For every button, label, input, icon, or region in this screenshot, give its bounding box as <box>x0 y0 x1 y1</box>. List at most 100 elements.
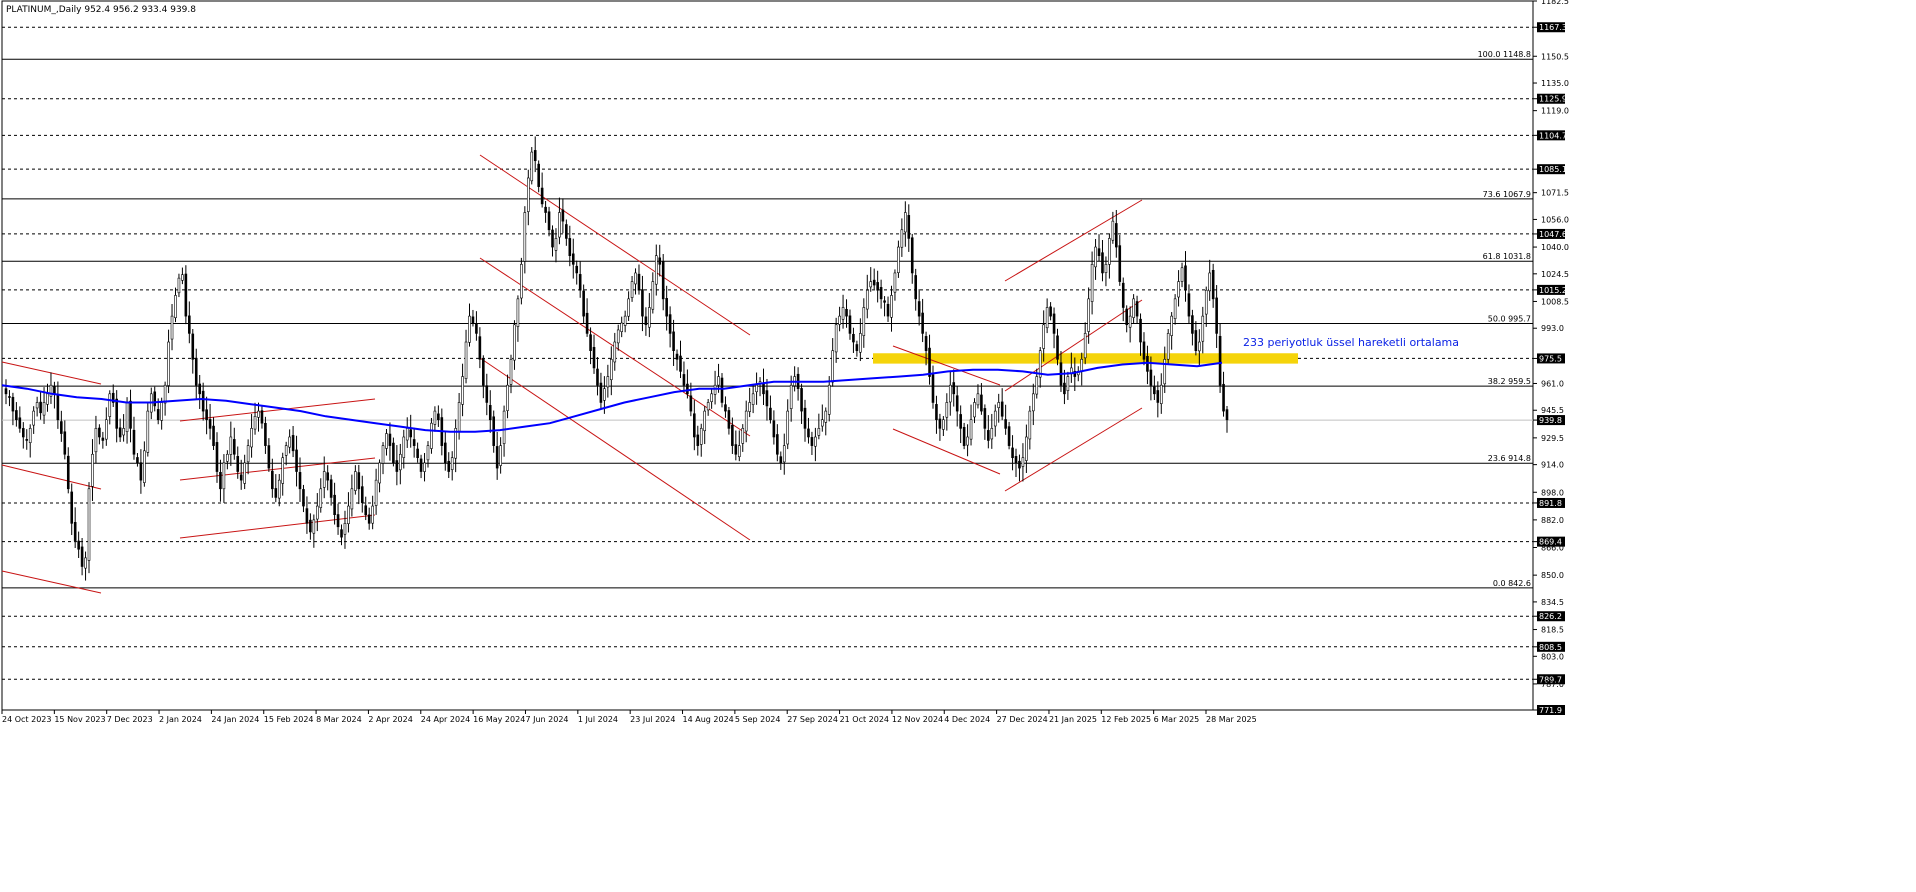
candle-body <box>1021 457 1025 467</box>
candle-body <box>1035 376 1039 395</box>
y-axis-label: 1047.6 <box>1539 230 1567 239</box>
x-axis-label: 5 Sep 2024 <box>735 715 781 724</box>
candle-body <box>208 419 212 429</box>
candle-body <box>786 410 790 445</box>
candle-body <box>613 341 617 363</box>
y-axis-label: 1182.5 <box>1541 0 1569 6</box>
candle-body <box>627 298 630 317</box>
candle-body <box>976 393 980 406</box>
candle-body <box>1222 383 1225 412</box>
candle-body <box>15 410 18 421</box>
candle-body <box>713 384 717 395</box>
candle-body <box>177 277 181 294</box>
y-axis-label: 771.9 <box>1539 706 1562 715</box>
candle-body <box>1052 313 1056 334</box>
candle-body <box>610 358 613 381</box>
candle-body <box>298 472 302 490</box>
candle-body <box>163 384 167 404</box>
candle-body <box>468 315 471 343</box>
candle-body <box>1180 267 1184 282</box>
candle-body <box>827 384 831 415</box>
x-axis-label: 27 Dec 2024 <box>997 715 1048 724</box>
y-axis-label: 961.0 <box>1541 379 1564 388</box>
candle-body <box>46 393 49 405</box>
candle-body <box>1208 272 1212 292</box>
candle-body <box>329 479 333 498</box>
candle-body <box>461 376 464 405</box>
candle-body <box>108 393 112 417</box>
candle-body <box>1215 297 1218 334</box>
candle-body <box>616 329 620 344</box>
candle-body <box>326 472 329 481</box>
candle-body <box>682 374 686 386</box>
candle-body <box>170 315 174 340</box>
candle-body <box>821 419 824 427</box>
candle-body <box>464 341 468 379</box>
candle-body <box>132 429 136 455</box>
y-axis-label: 993.0 <box>1541 324 1564 333</box>
candle-body <box>291 435 295 452</box>
candle-body <box>98 427 101 438</box>
candle-body <box>637 273 641 291</box>
candle-body <box>260 410 264 424</box>
candle-body <box>561 209 565 222</box>
candle-body <box>419 458 423 472</box>
y-axis-label: 1167.3 <box>1539 23 1567 32</box>
candle-body <box>886 303 890 317</box>
candle-body <box>668 314 672 334</box>
candle-body <box>284 445 288 456</box>
candle-body <box>371 505 374 524</box>
candle-body <box>184 273 188 317</box>
candle-body <box>1007 426 1011 446</box>
candle-body <box>447 460 451 472</box>
y-axis-label: 945.5 <box>1541 406 1564 415</box>
candle-body <box>938 418 942 429</box>
candle-body <box>776 434 779 455</box>
candle-body <box>28 428 32 443</box>
candle-body <box>1045 307 1049 329</box>
candle-body <box>665 298 668 317</box>
candle-body <box>855 344 859 351</box>
candle-body <box>302 489 305 507</box>
candle-body <box>212 425 215 446</box>
candle-body <box>893 272 897 293</box>
candle-body <box>295 449 298 472</box>
y-axis-label: 1071.5 <box>1541 189 1569 198</box>
candle-body <box>8 396 11 398</box>
candle-body <box>997 402 1001 409</box>
candle-body <box>537 163 540 187</box>
x-axis-label: 28 Mar 2025 <box>1206 715 1257 724</box>
candle-body <box>506 384 509 411</box>
candle-body <box>737 445 741 458</box>
candle-body <box>1218 335 1222 386</box>
candle-body <box>661 261 665 300</box>
candle-body <box>1177 281 1180 298</box>
candle-body <box>354 471 357 491</box>
candle-body <box>852 333 855 343</box>
candle-body <box>865 289 869 310</box>
candle-body <box>800 388 803 412</box>
candle-body <box>32 410 35 426</box>
candle-body <box>236 456 240 472</box>
candle-body <box>153 391 157 407</box>
candle-body <box>848 315 852 334</box>
candle-body <box>1049 306 1052 317</box>
candle-body <box>1042 324 1045 349</box>
candle-body <box>21 428 25 438</box>
y-axis-label: 1056.0 <box>1541 215 1569 224</box>
candle-body <box>1225 409 1229 421</box>
candle-body <box>931 374 935 403</box>
candle-body <box>1097 248 1101 256</box>
y-axis-label: 1024.5 <box>1541 270 1569 279</box>
x-axis-label: 7 Jun 2024 <box>525 715 568 724</box>
candle-body <box>551 229 554 248</box>
candle-body <box>592 347 596 369</box>
candle-body <box>565 224 568 239</box>
candle-body <box>264 422 267 446</box>
candle-body <box>1063 382 1066 395</box>
candle-body <box>872 279 876 286</box>
x-axis-label: 4 Dec 2024 <box>944 715 990 724</box>
x-axis-label: 24 Oct 2023 <box>2 715 51 724</box>
candle-body <box>1191 315 1194 334</box>
candle-body <box>63 431 67 455</box>
